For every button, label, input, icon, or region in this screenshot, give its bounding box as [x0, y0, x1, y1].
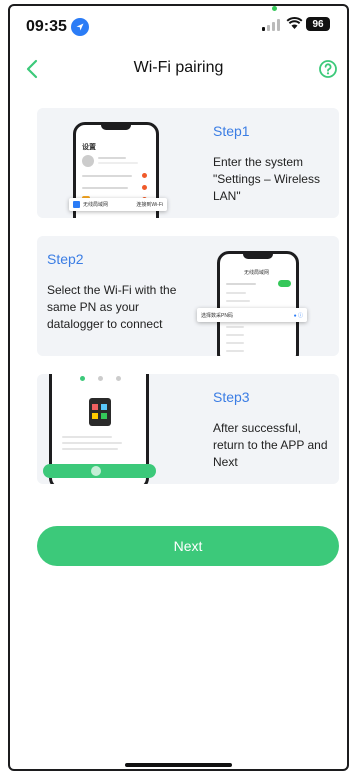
status-time: 09:35 — [26, 18, 89, 36]
step2-description: Select the Wi-Fi with the same PN as you… — [47, 283, 177, 331]
step2-card: Step2 Select the Wi-Fi with the same PN … — [37, 236, 339, 356]
step3-title: Step3 — [213, 389, 250, 405]
step3-card: Step3 After successful, return to the AP… — [37, 374, 339, 484]
mock-settings-header: 设置 — [82, 144, 96, 151]
page-title: Wi-Fi pairing — [133, 59, 224, 76]
next-button-label: Next — [173, 538, 203, 554]
nav-bar: Wi-Fi pairing — [0, 54, 357, 84]
next-step-illustration — [43, 464, 156, 478]
step1-card: 设置 无线局域网 连接到Wi-Fi Step1 Enter the system… — [37, 108, 339, 218]
pn-popup: 选择数采PN码 ● ⓘ — [197, 308, 307, 322]
status-bar: 09:35 96 — [0, 0, 357, 50]
signal-icon — [262, 19, 280, 31]
privacy-indicator-icon — [272, 6, 277, 11]
wlan-popup: 无线局域网 连接到Wi-Fi — [69, 198, 167, 211]
wifi-icon — [286, 16, 303, 29]
home-indicator[interactable] — [125, 763, 232, 767]
mock-pn-label: 选择数采PN码 — [201, 312, 233, 319]
question-circle-icon[interactable] — [318, 59, 338, 79]
location-icon — [70, 18, 89, 36]
mock-popup-right: 连接到Wi-Fi — [136, 202, 163, 208]
status-time-text: 09:35 — [26, 18, 67, 35]
step1-title: Step1 — [213, 123, 250, 139]
next-button[interactable]: Next — [37, 526, 339, 566]
mock-popup-left: 无线局域网 — [83, 202, 109, 208]
battery-icon: 96 — [306, 17, 330, 31]
wifi-list-phone-illustration: 无线局域网 — [217, 251, 299, 356]
step3-description: After successful, return to the APP and … — [213, 421, 328, 469]
battery-level: 96 — [312, 18, 324, 30]
step2-title: Step2 — [47, 251, 84, 267]
step1-description: Enter the system "Settings – Wireless LA… — [213, 155, 320, 203]
mock-wlan-header: 无线局域网 — [244, 270, 270, 276]
